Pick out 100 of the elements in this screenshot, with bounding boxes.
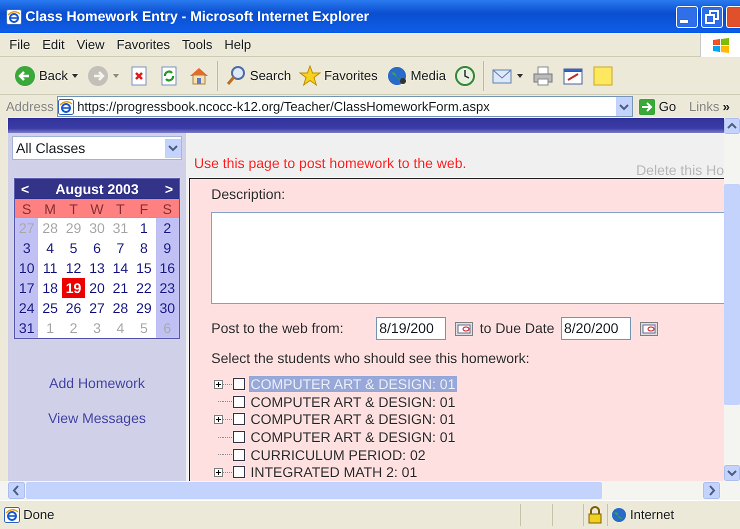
calendar-day[interactable]: 17 [15, 278, 38, 298]
chevron-down-icon [168, 144, 178, 152]
scroll-thumb[interactable] [26, 482, 602, 499]
media-button[interactable]: Media [382, 60, 450, 92]
calendar-title: August 2003 [55, 180, 139, 199]
calendar-icon[interactable] [640, 322, 658, 336]
checkbox[interactable] [233, 448, 246, 461]
scroll-down-icon [724, 465, 740, 481]
class-select[interactable]: All Classes [12, 136, 182, 160]
dropdown-button[interactable] [616, 97, 632, 116]
date-field[interactable]: 8/20/200 [560, 317, 631, 340]
calendar-day[interactable]: 3 [15, 238, 38, 258]
calendar-day[interactable]: 11 [38, 258, 62, 278]
back-button[interactable]: Back [10, 60, 83, 92]
calendar-day[interactable]: 25 [38, 298, 62, 318]
minimize-button[interactable] [676, 6, 698, 28]
calendar-day[interactable]: 27 [85, 298, 109, 318]
scroll-thumb[interactable] [724, 184, 740, 405]
calendar-day[interactable]: 1 [132, 218, 156, 238]
calendar-day[interactable]: 2 [156, 218, 179, 238]
search-button[interactable]: Search [220, 60, 296, 92]
vertical-scrollbar[interactable] [724, 118, 740, 481]
checkbox[interactable] [233, 396, 246, 408]
calendar-day[interactable]: 14 [108, 258, 132, 278]
sidebar-link[interactable]: Add Homework [49, 373, 145, 394]
go-button[interactable]: Go [636, 96, 680, 116]
globe-icon [386, 64, 408, 86]
scroll-up-icon [724, 118, 740, 134]
calendar-day[interactable]: 8 [132, 238, 156, 258]
description-field[interactable] [211, 212, 724, 304]
calendar-day[interactable]: 26 [62, 298, 86, 318]
calendar-day[interactable]: 7 [108, 238, 132, 258]
calendar-icon[interactable] [455, 322, 474, 336]
menu-item[interactable]: Help [218, 34, 258, 54]
next-month-link[interactable]: > [164, 178, 173, 200]
weekday-label: M [38, 199, 62, 218]
calendar-day[interactable]: 24 [15, 298, 38, 318]
address-label: Address [6, 98, 54, 116]
window-title: Class Homework Entry - Microsoft Internet Explorer [25, 7, 370, 26]
zone-text: Internet [630, 506, 676, 524]
expand-icon[interactable] [214, 468, 224, 477]
tree-item[interactable]: CURRICULUM PERIOD: 02 [248, 446, 428, 463]
due-date-label: to Due Date [480, 319, 554, 338]
checkbox[interactable] [233, 413, 246, 426]
horizontal-scrollbar[interactable] [0, 481, 740, 500]
calendar-day[interactable]: 22 [132, 278, 156, 298]
calendar-day[interactable]: 10 [15, 258, 38, 278]
windows-flag-icon [712, 36, 730, 52]
calendar-day[interactable]: 28 [108, 298, 132, 318]
calendar-day[interactable]: 18 [38, 278, 62, 298]
padlock-icon [587, 506, 604, 524]
calendar-day[interactable]: 19 [62, 278, 86, 298]
expand-icon[interactable] [214, 380, 224, 389]
weekday-label: W [85, 199, 109, 218]
weekday-label: S [15, 199, 38, 218]
calendar-day[interactable]: 16 [156, 258, 179, 278]
checkbox[interactable] [233, 378, 246, 390]
calendar-day[interactable]: 31 [15, 318, 38, 338]
tree-item[interactable]: INTEGRATED MATH 2: 01 [248, 464, 420, 480]
ie-page-icon [58, 98, 74, 114]
weekday-label: F [132, 199, 156, 218]
calendar-day[interactable]: 20 [85, 278, 109, 298]
calendar-day[interactable]: 4 [38, 238, 62, 258]
calendar-day[interactable]: 21 [108, 278, 132, 298]
expand-icon[interactable] [214, 414, 224, 424]
menu-item[interactable]: Tools [176, 34, 218, 54]
calendar-day[interactable]: 29 [132, 298, 156, 318]
restore-button[interactable] [700, 6, 723, 28]
calendar-day[interactable]: 6 [85, 238, 109, 258]
more-chevron[interactable]: » [722, 96, 730, 116]
calendar-day[interactable]: 15 [132, 258, 156, 278]
favorites-button[interactable]: Favorites [295, 60, 382, 92]
tree-item[interactable]: COMPUTER ART & DESIGN: 01 [248, 429, 458, 446]
prev-month-link[interactable]: < [21, 178, 30, 200]
menu-item[interactable]: Edit [36, 34, 71, 54]
clock-icon [454, 64, 476, 86]
scroll-left-icon [8, 482, 25, 499]
tree-item[interactable]: COMPUTER ART & DESIGN: 01 [248, 394, 458, 410]
checkbox[interactable] [233, 466, 246, 478]
ie-page-icon [4, 507, 20, 523]
calendar-day[interactable]: 13 [85, 258, 109, 278]
date-field[interactable]: 8/19/200 [376, 317, 446, 340]
students-label: Select the students who should see this homework: [211, 349, 531, 368]
sidebar-link[interactable]: View Messages [48, 408, 146, 430]
from-label: Post to the web from: [211, 319, 345, 338]
menu-item[interactable]: View [70, 34, 111, 54]
close-button[interactable] [726, 6, 740, 28]
menu-item[interactable]: Favorites [110, 34, 176, 54]
caret-icon [70, 72, 79, 80]
calendar-day[interactable]: 5 [62, 238, 86, 258]
calendar-day[interactable]: 23 [156, 278, 179, 298]
scroll-right-icon [703, 482, 720, 499]
calendar-day[interactable]: 12 [62, 258, 86, 278]
tree-item[interactable]: COMPUTER ART & DESIGN: 01 [248, 411, 458, 428]
calendar-day[interactable]: 9 [156, 238, 179, 258]
address-field[interactable]: https://progressbook.ncocc-k12.org/Teacher/ClassHomeworkForm.aspx [56, 96, 633, 117]
checkbox[interactable] [233, 431, 246, 444]
sticky-note-icon [592, 64, 614, 86]
menu-item[interactable]: File [3, 34, 36, 54]
calendar-day[interactable]: 30 [156, 298, 179, 318]
